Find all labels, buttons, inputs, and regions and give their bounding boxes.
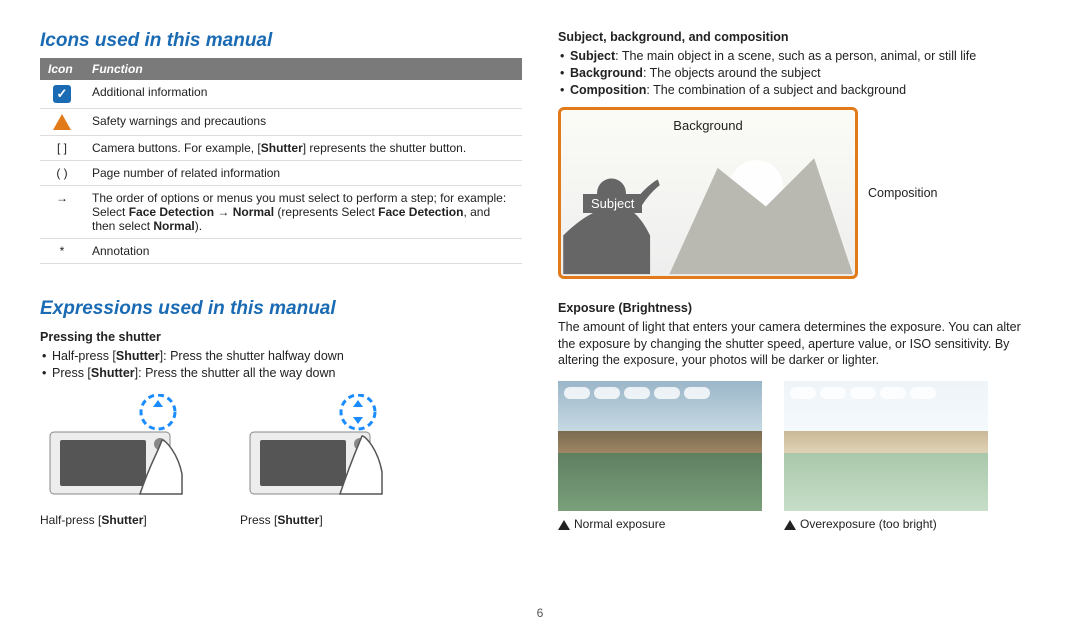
shutter-bullets: Half-press [Shutter]: Press the shutter … [40,348,522,382]
row-text: Page number of related information [84,161,522,186]
pressing-shutter-heading: Pressing the shutter [40,330,522,344]
row-text: Annotation [84,239,522,264]
list-item: Half-press [Shutter]: Press the shutter … [40,348,522,365]
list-item: Background: The objects around the subje… [558,65,1040,82]
composition-heading: Subject, background, and composition [558,30,1040,44]
page-number: 6 [537,606,544,620]
icons-table: Icon Function ✓ Additional information S… [40,58,522,264]
row-text: Camera buttons. For example, [Shutter] r… [84,136,522,161]
background-label: Background [673,118,742,133]
composition-bullets: Subject: The main object in a scene, suc… [558,48,1040,99]
camera-full-press-icon [240,394,400,504]
row-text: Additional information [84,80,522,109]
th-function: Function [84,58,522,80]
right-column: Subject, background, and composition Sub… [558,30,1040,531]
composition-svg [561,110,855,276]
row-text: The order of options or menus you must s… [84,186,522,239]
overexposure-caption: Overexposure (too bright) [784,517,988,531]
list-item: Composition: The combination of a subjec… [558,82,1040,99]
table-row: ✓ Additional information [40,80,522,109]
camera-half-press-icon [40,394,200,504]
arrow-icon: → [40,186,84,239]
full-press-caption: Press [Shutter] [240,513,400,527]
exposure-text: The amount of light that enters your cam… [558,319,1040,370]
row-text: Safety warnings and precautions [84,109,522,136]
paren-icon: ( ) [40,161,84,186]
normal-exposure-photo [558,381,762,511]
full-press-figure: Press [Shutter] [240,394,400,527]
composition-label: Composition [868,186,937,200]
list-item: Press [Shutter]: Press the shutter all t… [40,365,522,382]
triangle-up-icon [558,520,570,530]
table-row: ( ) Page number of related information [40,161,522,186]
table-row: [ ] Camera buttons. For example, [Shutte… [40,136,522,161]
icons-heading: Icons used in this manual [40,30,522,52]
table-row: Safety warnings and precautions [40,109,522,136]
info-icon: ✓ [53,85,71,103]
warning-icon [53,114,71,130]
half-press-caption: Half-press [Shutter] [40,513,200,527]
exposure-heading: Exposure (Brightness) [558,301,1040,315]
composition-diagram: Background Subject [558,107,858,279]
table-row: → The order of options or menus you must… [40,186,522,239]
bracket-icon: [ ] [40,136,84,161]
expressions-heading: Expressions used in this manual [40,298,522,320]
table-row: * Annotation [40,239,522,264]
normal-exposure-caption: Normal exposure [558,517,762,531]
th-icon: Icon [40,58,84,80]
subject-label: Subject [583,194,642,213]
asterisk-icon: * [40,239,84,264]
left-column: Icons used in this manual Icon Function … [40,30,522,531]
list-item: Subject: The main object in a scene, suc… [558,48,1040,65]
half-press-figure: Half-press [Shutter] [40,394,200,527]
overexposure-photo [784,381,988,511]
triangle-up-icon [784,520,796,530]
